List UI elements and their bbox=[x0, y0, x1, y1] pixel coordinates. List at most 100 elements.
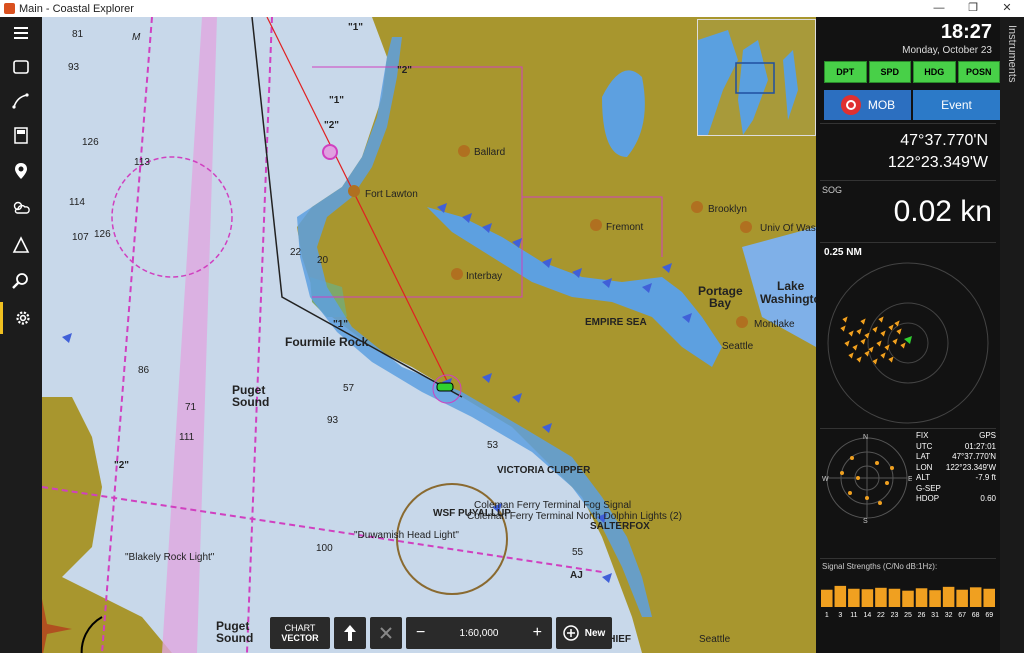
map-label: 126 bbox=[82, 137, 99, 148]
hdg-button[interactable]: HDG bbox=[913, 61, 956, 83]
zoom-in-button[interactable]: + bbox=[533, 624, 542, 642]
chart-vector-toggle[interactable]: CHART VECTOR bbox=[270, 617, 330, 649]
instruments-tab[interactable]: Instruments bbox=[1000, 17, 1024, 653]
ais-target-marker bbox=[887, 355, 895, 364]
map-label: 126 bbox=[94, 229, 111, 240]
instrument-buttons: DPT SPD HDG POSN bbox=[824, 61, 1000, 83]
weather-button[interactable] bbox=[0, 192, 42, 224]
left-toolbar bbox=[0, 17, 42, 653]
map-label: 86 bbox=[138, 365, 150, 376]
map-label: 20 bbox=[317, 255, 329, 266]
chart-bottom-controls: CHART VECTOR − 1:60,000 + New bbox=[270, 617, 612, 649]
mob-event-row: MOB Event bbox=[824, 90, 1000, 120]
gps-row: ALT -7.9 ft bbox=[916, 473, 996, 484]
arrow-up-icon bbox=[344, 625, 356, 641]
map-label: 113 bbox=[134, 157, 150, 168]
instruments-tab-label: Instruments bbox=[1006, 25, 1018, 83]
chart-scale: 1:60,000 bbox=[459, 627, 499, 639]
signal-bar bbox=[969, 587, 982, 607]
minimize-button[interactable]: — bbox=[922, 0, 956, 17]
gps-value: 01:27:01 bbox=[964, 441, 996, 451]
route-icon bbox=[12, 93, 29, 109]
signal-id: 68 bbox=[972, 612, 980, 619]
map-label: Washington bbox=[760, 292, 816, 306]
dpt-button[interactable]: DPT bbox=[824, 61, 867, 83]
window-title: Main - Coastal Explorer bbox=[19, 2, 134, 15]
signal-bar bbox=[902, 590, 914, 607]
triangle-icon bbox=[12, 236, 30, 253]
weather-icon bbox=[13, 201, 30, 214]
signal-id: 11 bbox=[850, 612, 857, 619]
ais-radar-section: 0.25 NM bbox=[820, 242, 996, 429]
overview-inset-map[interactable] bbox=[697, 19, 816, 136]
map-label: 111 bbox=[179, 432, 195, 443]
ais-target-marker bbox=[893, 319, 901, 328]
posn-button[interactable]: POSN bbox=[957, 61, 1000, 83]
menu-button[interactable] bbox=[0, 17, 42, 49]
signal-id: 1 bbox=[825, 612, 829, 619]
ais-target-marker bbox=[839, 324, 847, 333]
skyplot-s: S bbox=[863, 518, 868, 523]
gps-key: LAT bbox=[916, 452, 931, 461]
ais-target-marker bbox=[863, 349, 871, 358]
signal-id: 3 bbox=[838, 612, 842, 619]
ais-target-marker bbox=[855, 355, 863, 364]
map-label: 114 bbox=[69, 197, 85, 208]
ais-target-marker bbox=[841, 315, 849, 324]
map-label: Sound bbox=[216, 631, 254, 645]
map-label: Seattle bbox=[722, 341, 754, 352]
event-button[interactable]: Event bbox=[913, 90, 1000, 120]
spd-button[interactable]: SPD bbox=[868, 61, 911, 83]
chart-window-button[interactable] bbox=[0, 51, 42, 83]
route-button[interactable] bbox=[0, 85, 42, 117]
gps-row: FIX GPS bbox=[916, 431, 996, 442]
north-up-button[interactable] bbox=[334, 617, 366, 649]
vessel-button[interactable] bbox=[370, 617, 402, 649]
map-label: Sound bbox=[232, 395, 270, 409]
close-button[interactable]: ✕ bbox=[990, 0, 1024, 17]
signal-id: 32 bbox=[945, 612, 953, 619]
gps-row: LON 122°23.349'W bbox=[916, 463, 996, 474]
ais-target-marker bbox=[899, 341, 907, 350]
gps-row: HDOP 0.60 bbox=[916, 494, 996, 505]
map-label: 22 bbox=[290, 247, 302, 258]
gps-value: -7.9 ft bbox=[975, 473, 996, 482]
ais-target-marker bbox=[863, 331, 871, 340]
mob-label: MOB bbox=[867, 98, 896, 112]
signal-bar bbox=[929, 590, 941, 607]
signal-id: 31 bbox=[931, 612, 939, 619]
new-button[interactable]: New bbox=[556, 617, 612, 649]
ais-target-marker bbox=[879, 329, 887, 338]
gps-row: LAT 47°37.770'N bbox=[916, 452, 996, 463]
sog-label: SOG bbox=[822, 185, 843, 195]
satellite-skyplot: N S E W bbox=[822, 434, 912, 523]
restore-button[interactable]: ❐ bbox=[956, 0, 990, 17]
signal-bar bbox=[875, 587, 887, 607]
map-label: M bbox=[132, 32, 141, 43]
map-label: Fourmile Rock bbox=[285, 335, 369, 349]
waypoint-button[interactable] bbox=[0, 155, 42, 187]
map-label: Fremont bbox=[606, 222, 644, 233]
menu-icon bbox=[14, 27, 28, 39]
zoom-control: − 1:60,000 + bbox=[406, 617, 552, 649]
signal-bar bbox=[983, 588, 995, 607]
chart-map[interactable]: 81 M "1" "2" "1" "2" Ballard Fort Lawton Fremont… bbox=[42, 17, 816, 653]
map-label: 81 bbox=[72, 29, 84, 40]
settings-button[interactable] bbox=[0, 302, 42, 334]
tides-button[interactable] bbox=[0, 229, 42, 261]
gps-key: FIX bbox=[916, 431, 929, 440]
search-icon bbox=[12, 273, 28, 289]
map-label: 93 bbox=[68, 62, 80, 73]
map-label: VICTORIA CLIPPER bbox=[497, 465, 591, 476]
signal-id: 26 bbox=[918, 612, 926, 619]
ais-target-marker bbox=[879, 351, 887, 360]
ais-target-marker bbox=[851, 343, 859, 352]
route-waypoint[interactable] bbox=[322, 144, 338, 160]
position-lon: 122°23.349'W bbox=[887, 154, 988, 171]
search-button[interactable] bbox=[0, 265, 42, 297]
signal-id: 14 bbox=[863, 612, 871, 619]
mob-button[interactable]: MOB bbox=[824, 90, 911, 120]
layers-button[interactable] bbox=[0, 119, 42, 151]
zoom-out-button[interactable]: − bbox=[416, 624, 425, 642]
signal-bar bbox=[956, 589, 968, 607]
